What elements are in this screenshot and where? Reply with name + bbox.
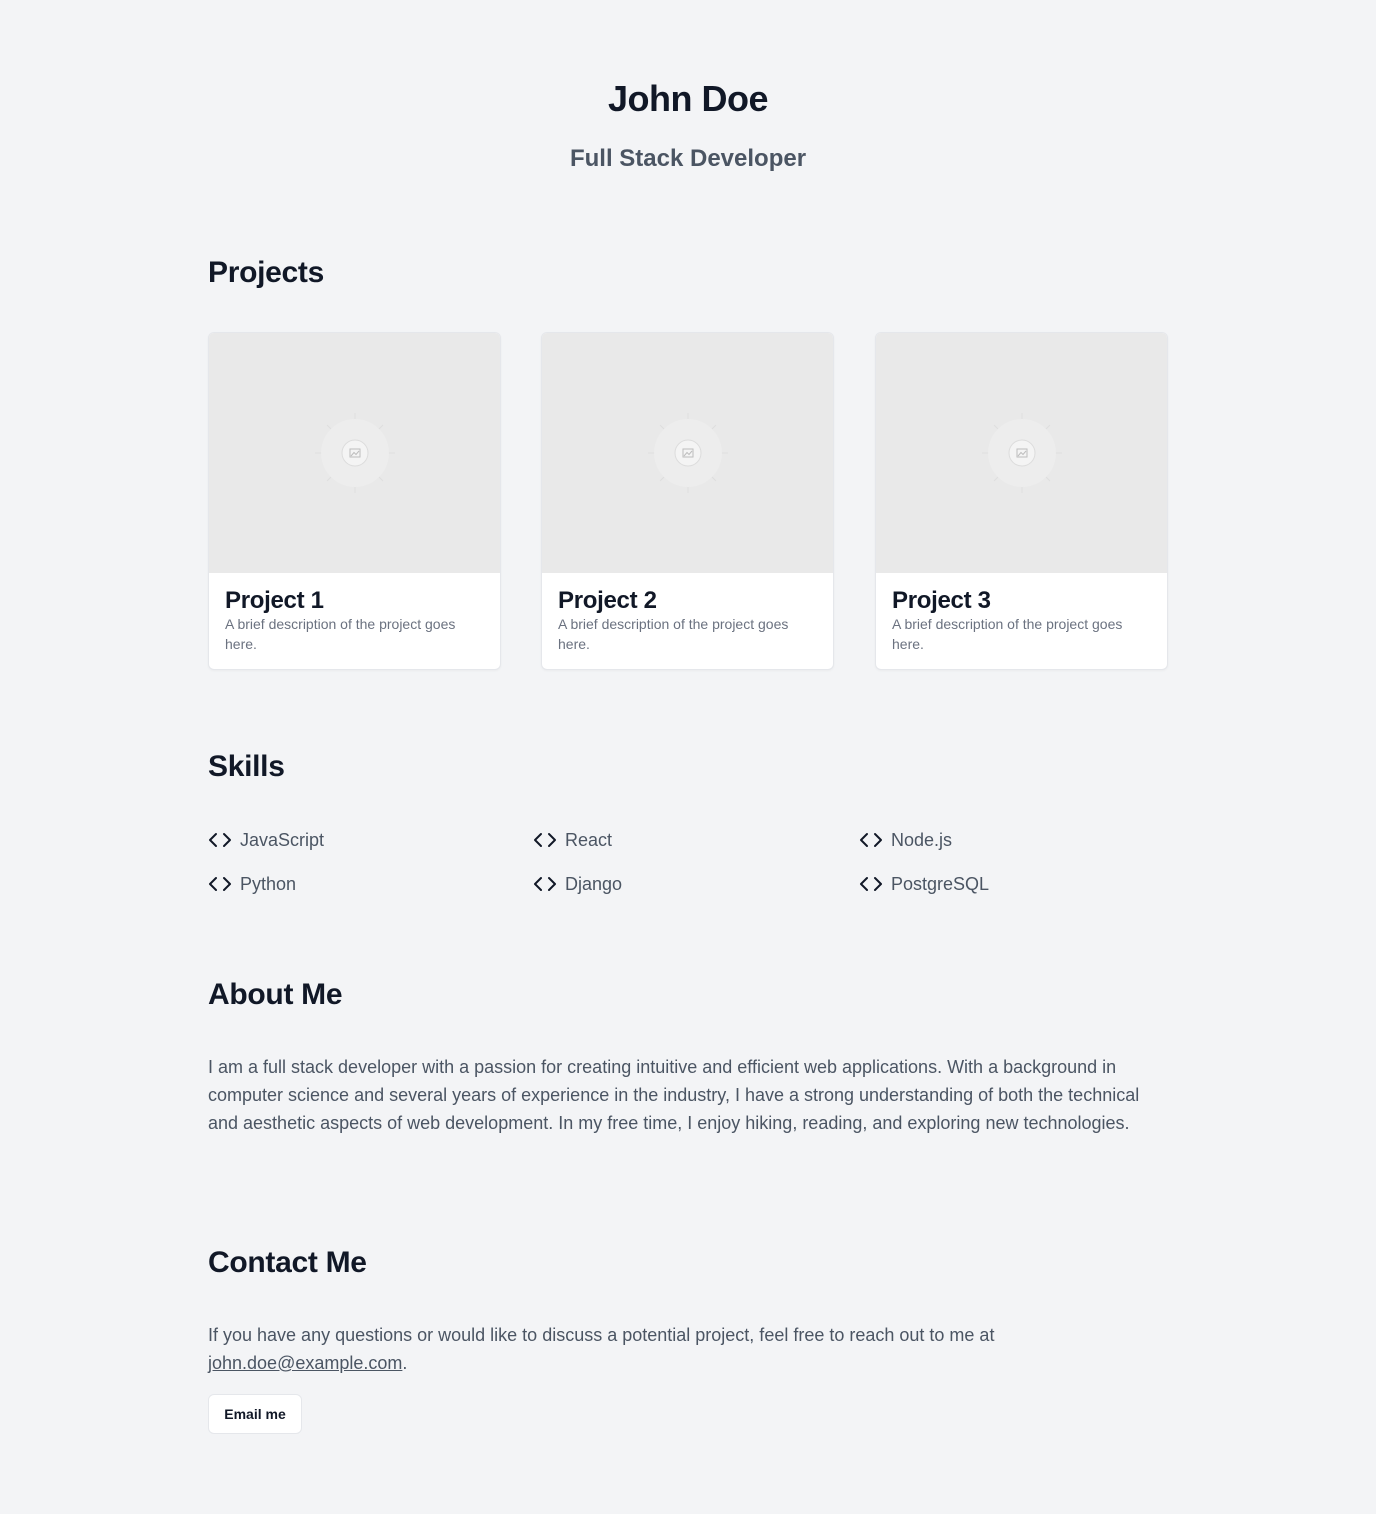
skill-item: Node.js xyxy=(859,826,952,854)
contact-text-before: If you have any questions or would like … xyxy=(208,1325,995,1345)
skill-label: Django xyxy=(565,873,623,894)
project-title: Project 2 xyxy=(558,587,657,614)
code-icon xyxy=(534,877,556,891)
email-me-button[interactable]: Email me xyxy=(208,1394,302,1434)
project-card[interactable]: Project 1 A brief description of the pro… xyxy=(208,332,501,670)
project-image xyxy=(209,333,500,573)
skills-heading: Skills xyxy=(208,750,285,783)
contact-text: If you have any questions or would like … xyxy=(208,1321,1170,1377)
project-title: Project 1 xyxy=(225,587,324,614)
skills-list: JavaScript React Node.js Python Django P… xyxy=(208,826,1168,906)
project-image xyxy=(876,333,1167,573)
skill-label: React xyxy=(565,829,613,850)
skill-item: Django xyxy=(533,870,622,898)
code-icon xyxy=(534,833,556,847)
skill-label: Node.js xyxy=(891,829,953,850)
image-placeholder-icon xyxy=(648,413,728,493)
skill-label: PostgreSQL xyxy=(891,873,990,894)
portfolio-page: John Doe Full Stack Developer Projects P… xyxy=(0,0,1376,1514)
project-description: A brief description of the project goes … xyxy=(558,616,789,652)
skill-item: React xyxy=(533,826,612,854)
about-text: I am a full stack developer with a passi… xyxy=(208,1057,1140,1133)
skill-item: PostgreSQL xyxy=(859,870,989,898)
page-subtitle: Full Stack Developer xyxy=(569,145,807,172)
projects-heading: Projects xyxy=(208,256,324,289)
project-image xyxy=(542,333,833,573)
code-icon xyxy=(209,833,231,847)
email-link[interactable]: john.doe@example.com xyxy=(208,1353,402,1373)
skill-label: Python xyxy=(240,873,297,894)
project-description: A brief description of the project goes … xyxy=(225,616,456,652)
project-description: A brief description of the project goes … xyxy=(892,616,1123,652)
project-title: Project 3 xyxy=(892,587,991,614)
skill-label: JavaScript xyxy=(240,829,325,850)
code-icon xyxy=(860,877,882,891)
project-card[interactable]: Project 3 A brief description of the pro… xyxy=(875,332,1168,670)
about-heading: About Me xyxy=(208,978,343,1011)
code-icon xyxy=(860,833,882,847)
page-title: John Doe xyxy=(607,78,769,119)
project-card[interactable]: Project 2 A brief description of the pro… xyxy=(541,332,834,670)
contact-text-after: . xyxy=(402,1353,408,1373)
projects-grid: Project 1 A brief description of the pro… xyxy=(208,332,1168,670)
image-placeholder-icon xyxy=(982,413,1062,493)
image-placeholder-icon xyxy=(315,413,395,493)
code-icon xyxy=(209,877,231,891)
contact-heading: Contact Me xyxy=(208,1246,367,1279)
skill-item: Python xyxy=(208,870,296,898)
skill-item: JavaScript xyxy=(208,826,324,854)
